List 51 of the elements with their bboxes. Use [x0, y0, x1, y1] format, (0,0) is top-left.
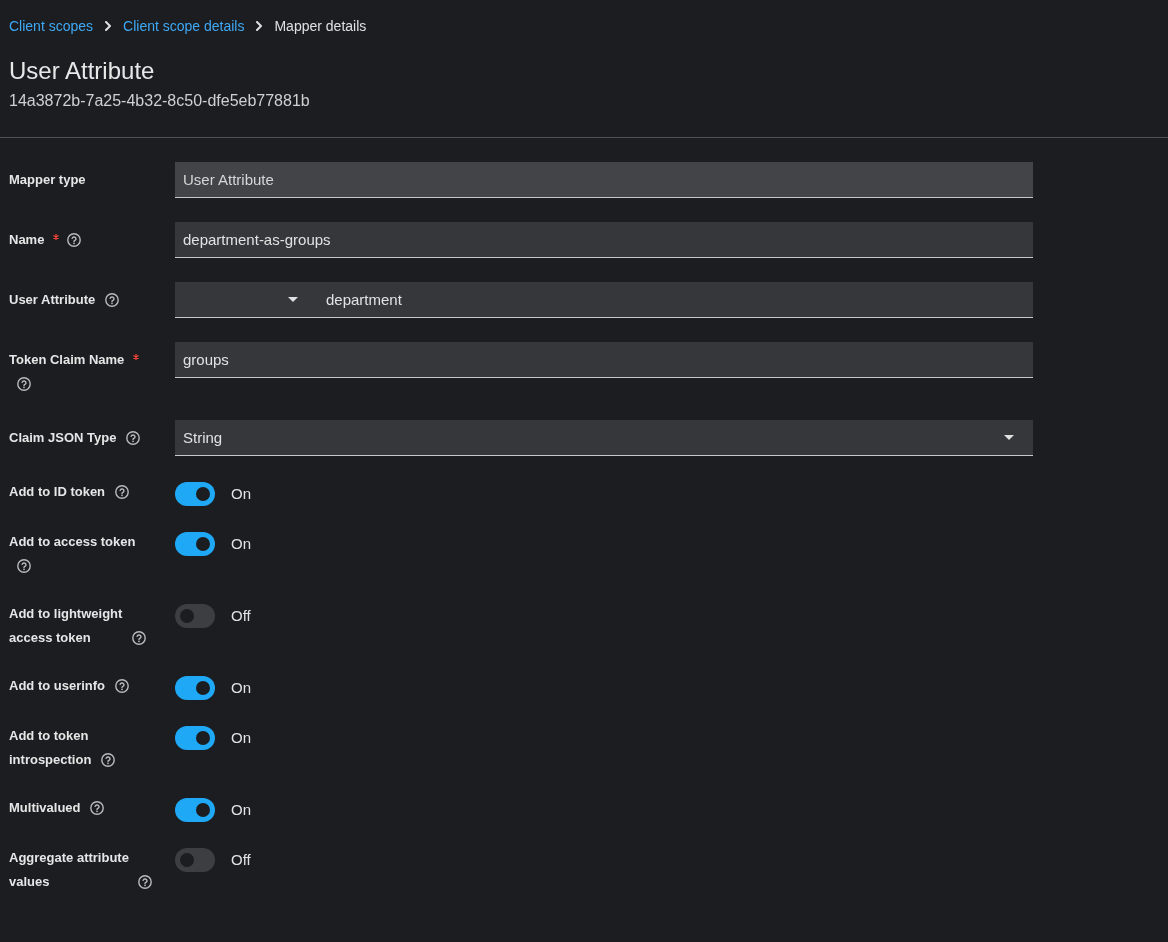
help-icon[interactable]	[17, 377, 31, 391]
help-icon[interactable]	[132, 631, 146, 645]
breadcrumb-current: Mapper details	[274, 17, 367, 36]
help-icon[interactable]	[90, 801, 104, 815]
field-label: Mapper type	[9, 171, 87, 189]
breadcrumb-link[interactable]: Client scope details	[123, 16, 245, 36]
switch-state-label: On	[231, 678, 251, 698]
page-title: User Attribute	[9, 56, 155, 86]
help-icon[interactable]	[17, 559, 31, 573]
switch-label: Add to userinfo	[9, 677, 107, 695]
toggle-switch[interactable]	[175, 676, 215, 700]
toggle-switch[interactable]	[175, 532, 215, 556]
switch-state-label: Off	[231, 850, 251, 870]
switch-label: Add to access token	[9, 533, 137, 551]
switch-state-label: On	[231, 484, 251, 504]
switch-label: Add to lightweight access token	[9, 605, 124, 647]
attribute-select-field[interactable]: department	[175, 282, 1033, 318]
toggle-switch[interactable]	[175, 848, 215, 872]
text-input-field[interactable]: groups	[175, 342, 1033, 378]
switch-label: Add to token introspection	[9, 727, 93, 769]
field-label: Name	[9, 231, 46, 249]
help-icon[interactable]	[115, 679, 129, 693]
help-icon[interactable]	[101, 753, 115, 767]
switch-state-label: Off	[231, 606, 251, 626]
text-input-field[interactable]: User Attribute	[175, 162, 1033, 198]
toggle-switch[interactable]	[175, 604, 215, 628]
switch-label: Aggregate attribute values	[9, 849, 130, 891]
field-label: User Attribute	[9, 291, 97, 309]
help-icon[interactable]	[105, 293, 119, 307]
chevron-right-icon	[256, 21, 263, 31]
text-input-field[interactable]: department-as-groups	[175, 222, 1033, 258]
mapper-id: 14a3872b-7a25-4b32-8c50-dfe5eb77881b	[9, 91, 310, 111]
switch-label: Add to ID token	[9, 483, 107, 501]
toggle-switch[interactable]	[175, 726, 215, 750]
help-icon[interactable]	[126, 431, 140, 445]
field-label: Claim JSON Type	[9, 429, 118, 447]
claim-type-select[interactable]: String	[175, 420, 1033, 456]
switch-label: Multivalued	[9, 799, 82, 817]
caret-down-icon[interactable]	[288, 297, 298, 302]
toggle-switch[interactable]	[175, 482, 215, 506]
help-icon[interactable]	[115, 485, 129, 499]
chevron-right-icon	[105, 21, 112, 31]
switch-state-label: On	[231, 800, 251, 820]
help-icon[interactable]	[67, 233, 81, 247]
switch-state-label: On	[231, 728, 251, 748]
switch-state-label: On	[231, 534, 251, 554]
caret-down-icon[interactable]	[1004, 435, 1014, 440]
breadcrumb-link[interactable]: Client scopes	[9, 16, 94, 36]
field-label: Token Claim Name	[9, 351, 126, 369]
toggle-switch[interactable]	[175, 798, 215, 822]
help-icon[interactable]	[138, 875, 152, 889]
